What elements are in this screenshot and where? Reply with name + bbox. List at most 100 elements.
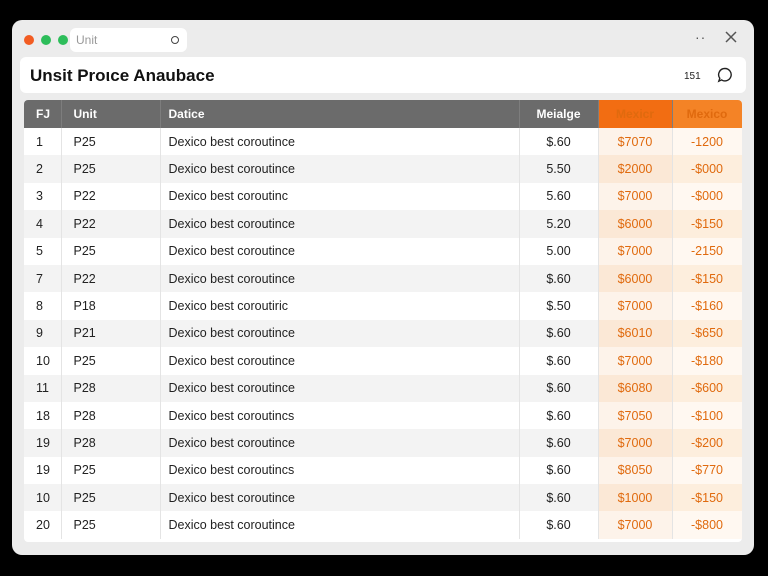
unit-cell: P25 [61,155,161,183]
tab-close-icon[interactable] [171,36,179,44]
description-cell: Dexico best coroutince [160,484,520,512]
more-icon[interactable]: ·· [695,29,706,45]
mexico-cell: -$150 [672,264,742,293]
table-row[interactable]: 19 P25 Dexico best coroutincs $.60 $8050 -$77… [24,456,742,485]
table-row[interactable]: 3 P22 Dexico best coroutinc 5.60 $7000 -$000 [24,182,742,211]
description-cell: Dexico best coroutince [160,237,520,265]
column-header[interactable]: Mexicr [598,100,673,128]
row-id-cell: 1 [24,128,62,156]
table-row[interactable]: 8 P18 Dexico best coroutiric $.50 $7000 -$160 [24,292,742,320]
row-id-cell: 20 [24,511,62,539]
unit-cell: P25 [61,511,161,539]
unit-cell: P18 [61,292,161,320]
close-window-dot[interactable] [24,35,34,45]
mexicr-cell: $6000 [598,210,673,238]
description-cell: Dexico best coroutince [160,429,520,457]
row-id-cell: 9 [24,319,62,348]
table-row[interactable]: 5 P25 Dexico best coroutince 5.00 $7000 -2150 [24,237,742,265]
mexico-cell: -$000 [672,155,742,183]
row-id-cell: 2 [24,155,62,183]
description-cell: Dexico best coroutince [160,210,520,238]
description-cell: Dexico best coroutince [160,347,520,375]
price-cell: $.60 [519,319,599,348]
mexico-cell: -$180 [672,347,742,375]
description-cell: Dexico best coroutince [160,374,520,402]
table-row[interactable]: 20 P25 Dexico best coroutince $.60 $7000 -$80… [24,511,742,539]
mexicr-cell: $7000 [598,292,673,320]
description-cell: Dexico best coroutince [160,511,520,539]
price-cell: $.50 [519,292,599,320]
table-row[interactable]: 1 P25 Dexico best corоutince $.60 $7070 -1200 [24,128,742,156]
description-cell: Dexico best corоutince [160,128,520,156]
chat-icon[interactable] [717,67,733,83]
price-cell: $.60 [519,347,599,375]
unit-cell: P28 [61,429,161,457]
row-id-cell: 5 [24,237,62,265]
page-title: Unsit Proιce Anaubace [30,66,215,85]
mexico-cell: -$150 [672,210,742,238]
header-count: 151 [684,71,701,82]
description-cell: Dexico best coroutiric [160,292,520,320]
row-id-cell: 19 [24,429,62,457]
unit-cell: P22 [61,264,161,293]
price-cell: $.60 [519,484,599,512]
tab-unit[interactable]: Unit [70,28,187,52]
row-id-cell: 10 [24,484,62,512]
price-cell: $.60 [519,511,599,539]
mexicr-cell: $7070 [598,128,673,156]
column-header[interactable]: Datice [160,100,520,128]
mexico-cell: -$200 [672,429,742,457]
column-header[interactable]: Unit [61,100,161,128]
table-row[interactable]: 9 P21 Dexico best coroutince $.60 $6010 -$650 [24,319,742,348]
column-header[interactable]: FJ [24,100,62,128]
description-cell: Dexico best coroutince [160,155,520,183]
row-id-cell: 10 [24,347,62,375]
app-window: Unit ·· Unsit Proιce Anaubace 151 FJ Uni… [12,20,754,555]
table-row[interactable]: 7 P22 Dexico best coroutince $.60 $6000 -$150 [24,264,742,293]
table-header-row: FJ Unit Datice Meialge Mexicr Mexico [24,100,742,128]
title-bar: Unit ·· [12,20,754,56]
description-cell: Dexico best coroutince [160,319,520,348]
row-id-cell: 8 [24,292,62,320]
mexico-cell: -$600 [672,374,742,402]
price-cell: 5.60 [519,182,599,211]
table-row[interactable]: 19 P28 Dexico best coroutince $.60 $7000 -$20… [24,429,742,457]
row-id-cell: 7 [24,264,62,293]
mexico-cell: -$770 [672,456,742,485]
mexicr-cell: $6010 [598,319,673,348]
mexicr-cell: $7000 [598,429,673,457]
mexico-cell: -$650 [672,319,742,348]
unit-cell: P28 [61,374,161,402]
description-cell: Dexico best coroutince [160,264,520,293]
column-header[interactable]: Meialge [519,100,599,128]
table-row[interactable]: 11 P28 Dexico best coroutince $.60 $6080 -$60… [24,374,742,402]
row-id-cell: 19 [24,456,62,485]
close-icon[interactable] [724,30,738,44]
unit-cell: P21 [61,319,161,348]
table-row[interactable]: 18 P28 Dexico best coroutincs $.60 $7050 -$10… [24,401,742,430]
mexico-cell: -$150 [672,484,742,512]
price-cell: $.60 [519,374,599,402]
column-header[interactable]: Mexico [672,100,742,128]
mexicr-cell: $7000 [598,511,673,539]
mexicr-cell: $6080 [598,374,673,402]
row-id-cell: 3 [24,182,62,211]
mexico-cell: -$100 [672,401,742,430]
price-table-card: FJ Unit Datice Meialge Mexicr Mexico 1 P2… [24,100,742,542]
unit-cell: P25 [61,347,161,375]
mexicr-cell: $7000 [598,237,673,265]
unit-cell: P22 [61,210,161,238]
tab-label: Unit [76,33,98,47]
table-row[interactable]: 4 P22 Dexico best coroutince 5.20 $6000 -$150 [24,210,742,238]
mexico-cell: -$160 [672,292,742,320]
price-cell: $.60 [519,264,599,293]
table-row[interactable]: 2 P25 Dexico best coroutince 5.50 $2000 -$000 [24,155,742,183]
minimize-window-dot[interactable] [41,35,51,45]
mexicr-cell: $6000 [598,264,673,293]
unit-cell: P25 [61,484,161,512]
table-row[interactable]: 10 P25 Dexico best coroutince $.60 $7000 -$18… [24,347,742,375]
row-id-cell: 18 [24,401,62,430]
unit-cell: P28 [61,401,161,430]
table-row[interactable]: 10 P25 Dexico best coroutince $.60 $1000 -$15… [24,484,742,512]
maximize-window-dot[interactable] [58,35,68,45]
